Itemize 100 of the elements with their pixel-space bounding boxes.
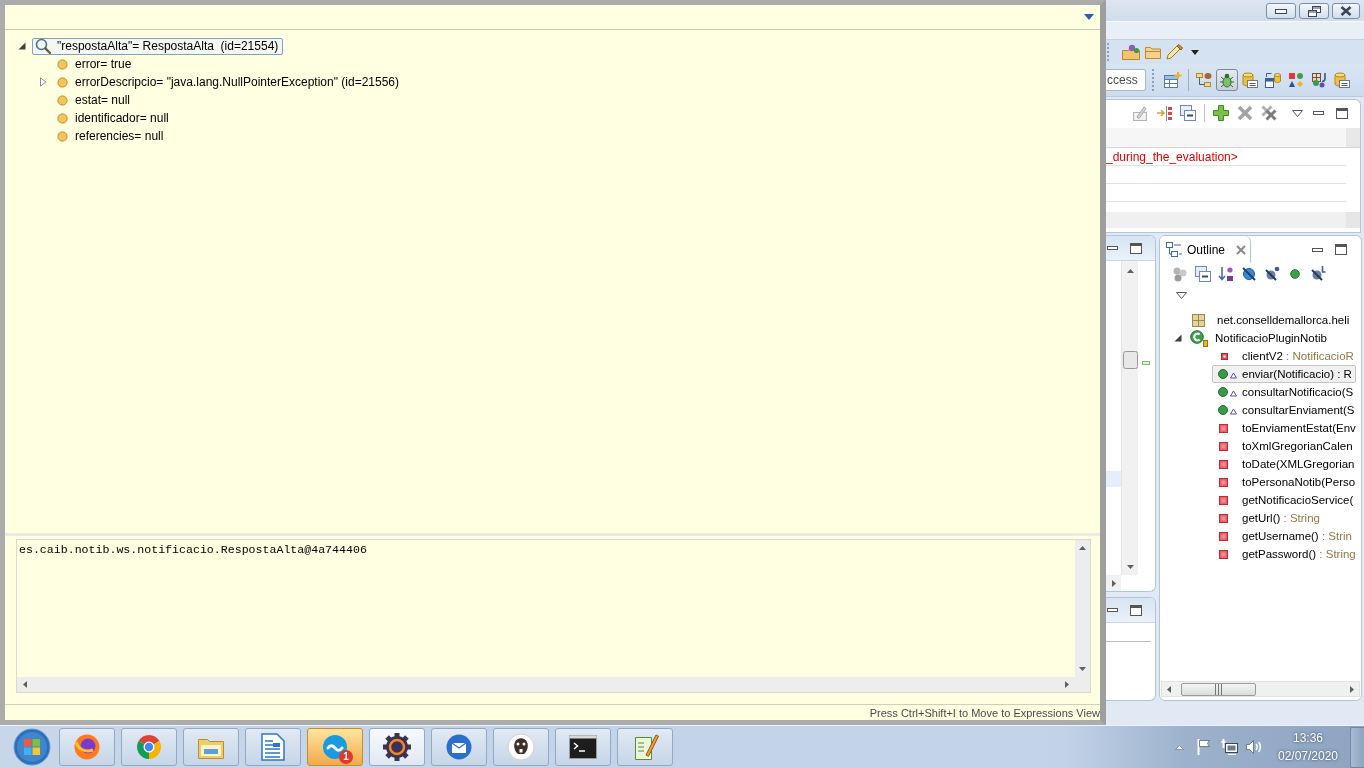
tree-item[interactable]: enviar(Notificacio) : R xyxy=(1212,365,1356,383)
arrow-up-icon[interactable] xyxy=(1126,269,1134,273)
restore-button[interactable] xyxy=(1299,3,1329,19)
grip-handle[interactable] xyxy=(1107,43,1109,61)
tree-item[interactable]: referencies= null xyxy=(53,127,169,145)
mail-icon xyxy=(445,733,473,761)
horizontal-scrollbar[interactable] xyxy=(1106,212,1360,228)
class-icon xyxy=(1190,329,1208,347)
collapse-all-icon[interactable] xyxy=(1180,105,1196,121)
restore-icon xyxy=(1307,5,1321,17)
arrow-down-icon[interactable] xyxy=(1126,565,1134,569)
minimize-icon[interactable] xyxy=(1312,247,1323,252)
close-icon[interactable] xyxy=(1236,244,1247,255)
maximize-icon[interactable] xyxy=(1335,244,1347,255)
tree-item[interactable]: toEnviamentEstat(Env xyxy=(1212,419,1360,437)
vertical-scrollbar[interactable] xyxy=(1075,540,1090,677)
view-menu-icon[interactable] xyxy=(1292,109,1303,117)
arrow-down-icon[interactable] xyxy=(1079,667,1086,671)
remove-all-icon[interactable] xyxy=(1261,105,1277,121)
taskbar-button[interactable] xyxy=(493,728,549,766)
minimize-button[interactable] xyxy=(1266,3,1296,19)
view-menu-icon[interactable] xyxy=(1176,291,1187,299)
horizontal-scrollbar[interactable] xyxy=(17,677,1075,692)
maximize-icon[interactable] xyxy=(1336,107,1348,119)
arrow-list-icon[interactable] xyxy=(1156,105,1172,121)
tree-item[interactable]: error= true xyxy=(53,55,137,73)
add-icon[interactable] xyxy=(1213,105,1229,121)
tree-item[interactable]: getPassword() : String xyxy=(1212,545,1360,563)
tree-item[interactable]: "respostaAlta"= RespostaAlta (id=21554) xyxy=(32,37,284,55)
pencil-icon[interactable] xyxy=(1166,44,1184,60)
tree-item[interactable]: consultarEnviament(S xyxy=(1212,401,1359,419)
cylinder-icon xyxy=(1334,72,1350,88)
tree-item[interactable]: clientV2 : NotificacioR xyxy=(1212,347,1358,365)
arrow-left-icon[interactable] xyxy=(23,681,27,688)
horizontal-scrollbar[interactable] xyxy=(1161,681,1360,697)
quick-access-field[interactable]: ccess xyxy=(1106,69,1146,91)
square-icon xyxy=(1219,441,1228,451)
crossed-circle-icon[interactable] xyxy=(1241,266,1257,282)
tree-item[interactable]: getUrl() : String xyxy=(1212,509,1324,527)
close-button[interactable] xyxy=(1332,3,1360,19)
document-icon xyxy=(261,733,285,761)
taskbar-button[interactable] xyxy=(555,728,611,766)
outline-tab[interactable]: Outline xyxy=(1160,236,1252,263)
shapes-icon xyxy=(1288,72,1304,88)
dot-icon xyxy=(57,112,68,124)
dot-icon[interactable] xyxy=(1290,269,1300,279)
table-plus-icon[interactable] xyxy=(1164,72,1182,88)
dot-triangle-icon xyxy=(1218,369,1237,379)
horizontal-scrollbar[interactable] xyxy=(1106,575,1121,591)
tree-item[interactable]: estat= null xyxy=(53,91,136,109)
tree-item[interactable]: consultarNotificacio(S xyxy=(1212,383,1358,401)
tree-item[interactable]: toXmlGregorianCalen xyxy=(1212,437,1357,455)
bug-icon xyxy=(1219,72,1235,88)
tree-item[interactable]: net.conselldemallorca.heli xyxy=(1189,311,1354,329)
speaker-icon[interactable] xyxy=(1246,740,1262,754)
minimize-icon[interactable] xyxy=(1313,111,1324,115)
square-icon xyxy=(1221,352,1228,360)
perspective-button[interactable] xyxy=(1216,69,1238,91)
scrollbar-thumb[interactable] xyxy=(1122,351,1138,369)
animal-head-icon xyxy=(507,733,535,761)
folder-icon[interactable] xyxy=(1122,44,1140,60)
marker-icon[interactable] xyxy=(1142,361,1150,365)
collapse-all-icon[interactable] xyxy=(1195,266,1211,282)
crossed-circle-icon[interactable] xyxy=(1310,266,1326,282)
chevron-up-icon[interactable] xyxy=(1175,744,1184,750)
scrollbar-thumb[interactable] xyxy=(1181,682,1256,696)
sort-icon[interactable] xyxy=(1218,266,1234,282)
minimize-icon[interactable] xyxy=(1107,608,1118,612)
network-icon[interactable] xyxy=(1221,739,1238,755)
tree-item[interactable]: errorDescripcio= "java.lang.NullPointerException" (id=21556) xyxy=(53,73,405,91)
maximize-icon[interactable] xyxy=(1130,604,1142,616)
browser-icon xyxy=(135,733,163,761)
tree-arrow-icon[interactable] xyxy=(1174,334,1182,342)
grip-handle[interactable] xyxy=(1152,69,1154,91)
browser-icon xyxy=(73,733,101,761)
arrow-up-icon[interactable] xyxy=(1079,546,1086,550)
flag-icon[interactable] xyxy=(1197,739,1211,755)
crossed-circle-icon[interactable] xyxy=(1264,266,1280,282)
tree-item[interactable]: getNotificacioService( xyxy=(1212,491,1358,509)
view-menu-icon[interactable] xyxy=(1084,14,1094,20)
caret-icon[interactable] xyxy=(1191,49,1199,55)
circles-icon[interactable] xyxy=(1172,266,1188,282)
maximize-icon[interactable] xyxy=(1130,242,1142,254)
minimize-icon[interactable] xyxy=(1107,246,1118,250)
vertical-scrollbar[interactable] xyxy=(1121,261,1138,575)
tree-item[interactable]: getUsername() : Strin xyxy=(1212,527,1356,545)
arrow-left-icon[interactable] xyxy=(1167,685,1171,693)
arrow-right-icon[interactable] xyxy=(1350,685,1354,693)
tree-item[interactable]: identificador= null xyxy=(53,109,174,127)
tree-item[interactable]: toDate(XMLGregorian xyxy=(1212,455,1359,473)
tree-arrow-icon[interactable] xyxy=(18,42,26,50)
perspective-button[interactable] xyxy=(1239,69,1261,91)
taskbar-button[interactable]: 1 xyxy=(307,728,363,766)
perspective-button[interactable] xyxy=(1331,69,1353,91)
tree-item[interactable]: toPersonaNotib(Perso xyxy=(1212,473,1360,491)
current-line-highlight xyxy=(1106,471,1121,487)
arrow-right-icon[interactable] xyxy=(1112,579,1116,587)
tree-item[interactable]: NotificacioPluginNotib xyxy=(1189,329,1331,347)
arrow-right-icon[interactable] xyxy=(1065,681,1069,688)
taskbar-button[interactable] xyxy=(369,728,425,766)
